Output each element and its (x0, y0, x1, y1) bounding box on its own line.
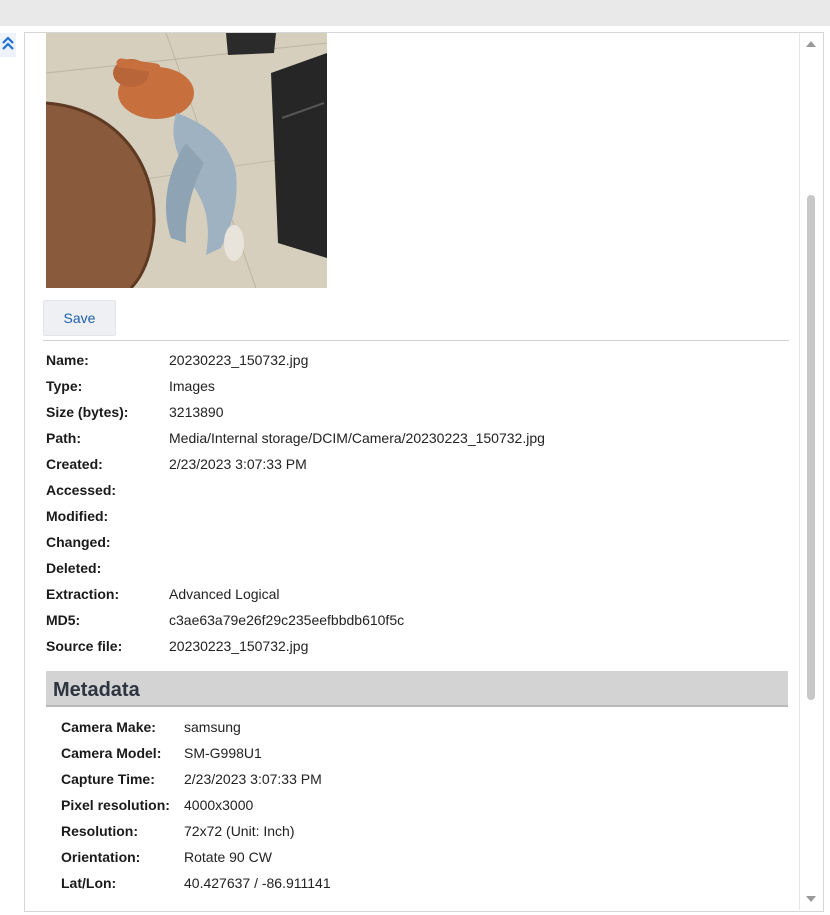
property-label: Changed: (46, 534, 111, 550)
vertical-scrollbar[interactable] (799, 33, 822, 910)
metadata-section-header: Metadata (46, 671, 788, 707)
property-row: Source file: 20230223_150732.jpg (46, 633, 786, 659)
metadata-label: Capture Time: (61, 771, 155, 787)
property-value: 2/23/2023 3:07:33 PM (169, 456, 307, 472)
property-row: Path: Media/Internal storage/DCIM/Camera/… (46, 425, 786, 451)
property-value: Advanced Logical (169, 586, 280, 602)
property-value: 3213890 (169, 404, 224, 420)
property-label: Size (bytes): (46, 404, 129, 420)
property-value: c3ae63a79e26f29c235eefbbdb610f5c (169, 612, 405, 628)
property-value: Media/Internal storage/DCIM/Camera/20230… (169, 430, 545, 446)
property-row: Accessed: (46, 477, 786, 503)
details-panel: Save Name: 20230223_150732.jpg Type: Image… (24, 32, 824, 912)
metadata-label: Orientation: (61, 849, 141, 865)
property-label: Name: (46, 352, 89, 368)
property-value: 20230223_150732.jpg (169, 352, 309, 368)
section-divider (43, 340, 789, 341)
save-button[interactable]: Save (43, 300, 116, 336)
metadata-label: Camera Make: (61, 719, 156, 735)
property-label: Accessed: (46, 482, 117, 498)
metadata-row: Capture Time: 2/23/2023 3:07:33 PM (61, 766, 781, 792)
property-label: Source file: (46, 638, 123, 654)
metadata-value: Rotate 90 CW (184, 849, 272, 865)
property-row: Modified: (46, 503, 786, 529)
metadata-row: Orientation: Rotate 90 CW (61, 844, 781, 870)
image-preview[interactable] (46, 33, 327, 288)
property-row: Changed: (46, 529, 786, 555)
metadata-row: Resolution: 72x72 (Unit: Inch) (61, 818, 781, 844)
property-label: Extraction: (46, 586, 120, 602)
property-row: Extraction: Advanced Logical (46, 581, 786, 607)
property-row: Type: Images (46, 373, 786, 399)
metadata-row: Camera Model: SM-G998U1 (61, 740, 781, 766)
property-row: Name: 20230223_150732.jpg (46, 347, 786, 373)
metadata-label: Lat/Lon: (61, 875, 117, 891)
property-label: Deleted: (46, 560, 102, 576)
triangle-down-icon[interactable] (806, 896, 816, 902)
metadata-value: 72x72 (Unit: Inch) (184, 823, 295, 839)
metadata-label: Pixel resolution: (61, 797, 170, 813)
scrollbar-thumb[interactable] (807, 195, 815, 700)
metadata-value: SM-G998U1 (184, 745, 262, 761)
property-label: Created: (46, 456, 103, 472)
metadata-row: Pixel resolution: 4000x3000 (61, 792, 781, 818)
property-label: MD5: (46, 612, 81, 628)
metadata-row: Lat/Lon: 40.427637 / -86.911141 (61, 870, 781, 896)
property-row: Size (bytes): 3213890 (46, 399, 786, 425)
file-properties: Name: 20230223_150732.jpg Type: Images Siz… (46, 347, 786, 659)
double-chevron-up-icon (1, 35, 15, 56)
metadata-label: Camera Model: (61, 745, 162, 761)
property-label: Modified: (46, 508, 109, 524)
metadata-value: samsung (184, 719, 241, 735)
metadata-row: Camera Make: samsung (61, 714, 781, 740)
property-row: MD5: c3ae63a79e26f29c235eefbbdb610f5c (46, 607, 786, 633)
property-label: Path: (46, 430, 81, 446)
property-value: Images (169, 378, 215, 394)
metadata-value: 2/23/2023 3:07:33 PM (184, 771, 322, 787)
property-label: Type: (46, 378, 83, 394)
collapse-button[interactable] (0, 33, 16, 57)
metadata-value: 4000x3000 (184, 797, 254, 813)
property-row: Deleted: (46, 555, 786, 581)
top-bar (0, 0, 830, 26)
property-value: 20230223_150732.jpg (169, 638, 309, 654)
property-row: Created: 2/23/2023 3:07:33 PM (46, 451, 786, 477)
metadata-label: Resolution: (61, 823, 138, 839)
metadata-properties: Camera Make: samsung Camera Model: SM-G998… (61, 714, 781, 896)
triangle-up-icon[interactable] (806, 41, 816, 47)
metadata-value: 40.427637 / -86.911141 (184, 875, 331, 891)
